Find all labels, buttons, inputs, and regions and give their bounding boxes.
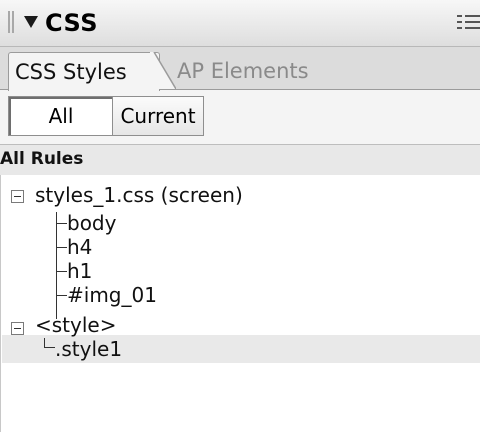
collapse-toggle-icon[interactable] [11, 322, 24, 335]
tree-item-rule[interactable]: body [67, 211, 116, 235]
tree-item-rule-selected[interactable]: .style1 [55, 337, 122, 361]
rules-tree[interactable]: styles_1.css (screen) body h4 h1 #img_01… [0, 175, 480, 432]
tab-divider [150, 52, 176, 89]
gripper-icon[interactable] [8, 11, 14, 33]
mode-toolbar: All Current [0, 90, 480, 144]
tab-ap-elements[interactable]: AP Elements [177, 59, 309, 83]
collapse-toggle-icon[interactable] [11, 190, 24, 203]
current-button[interactable]: Current [112, 96, 204, 136]
all-rules-title: All Rules [0, 149, 84, 169]
tab-strip: CSS Styles AP Elements [0, 47, 480, 91]
tree-connector [44, 347, 55, 348]
panel-menu-icon[interactable] [457, 13, 480, 33]
tree-connector [56, 271, 67, 272]
triangle-down-icon[interactable] [24, 16, 38, 28]
panel-title[interactable]: CSS [45, 9, 98, 37]
tree-connector [56, 295, 67, 296]
tree-item-rule[interactable]: h4 [67, 235, 92, 259]
all-button[interactable]: All [8, 96, 113, 136]
all-rules-header: All Rules [0, 144, 480, 176]
panel-title-bar[interactable]: CSS [0, 0, 480, 47]
tree-item-rule[interactable]: h1 [67, 259, 92, 283]
tree-item-rule[interactable]: #img_01 [67, 283, 157, 307]
tab-css-styles[interactable]: CSS Styles [8, 52, 160, 91]
tree-item-style-block[interactable]: <style> [35, 313, 116, 337]
tree-connector [56, 247, 67, 248]
tree-item-stylesheet[interactable]: styles_1.css (screen) [35, 183, 243, 207]
tab-css-styles-label: CSS Styles [15, 60, 127, 84]
tree-connector [56, 212, 57, 319]
css-panel: CSS CSS Styles AP Elements All Current A… [0, 0, 480, 432]
tree-connector [56, 223, 67, 224]
